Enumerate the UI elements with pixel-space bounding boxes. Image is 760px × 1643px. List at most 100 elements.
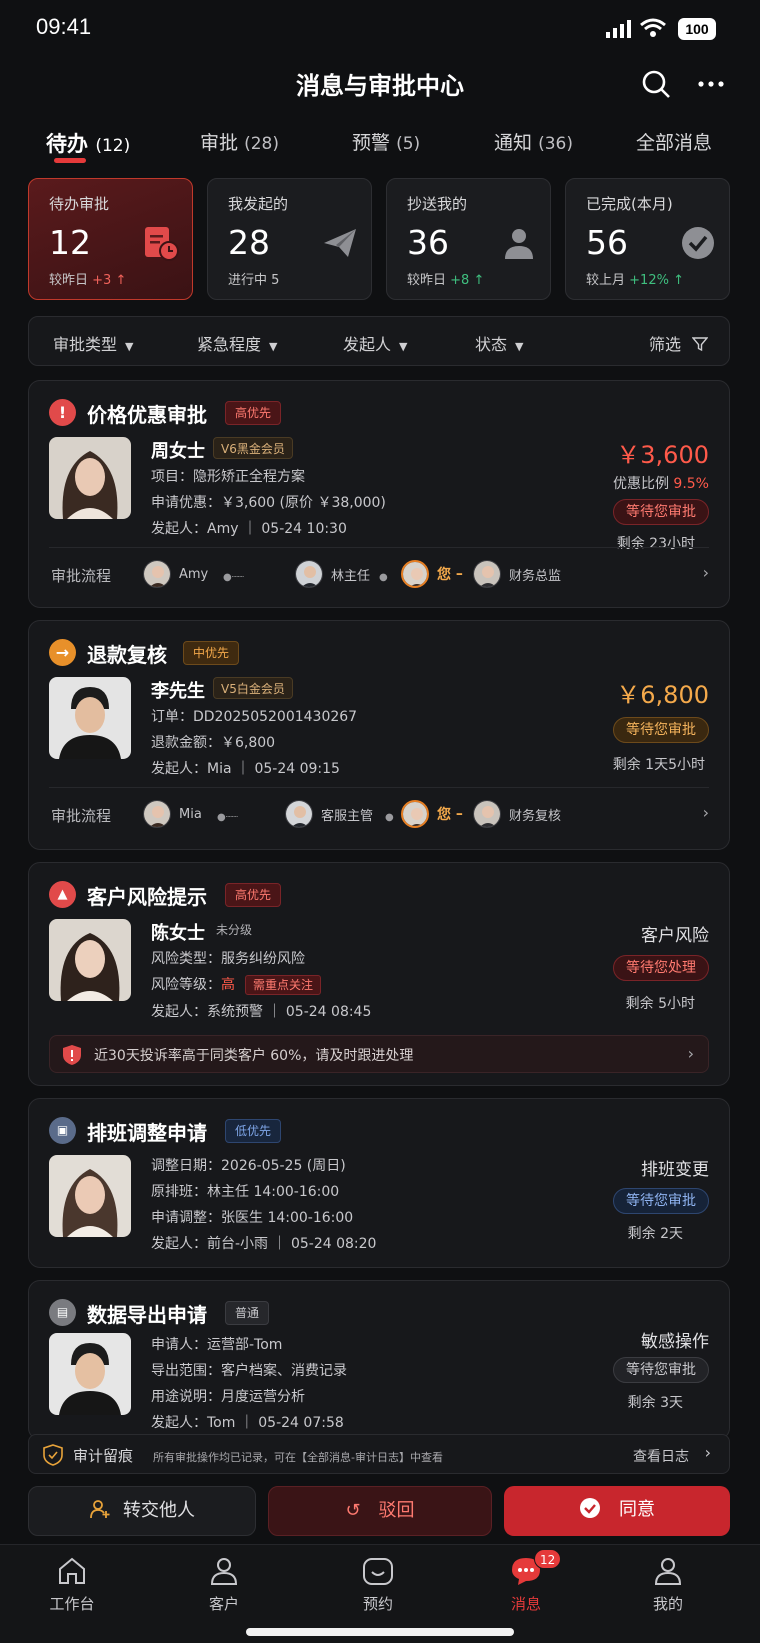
filter-type[interactable]: 审批类型 ▼ xyxy=(53,331,133,355)
stat-value: 36 xyxy=(407,223,449,262)
flow-node: 财务总监 xyxy=(473,559,561,589)
stat-value: 56 xyxy=(586,223,628,262)
approval-card-schedule[interactable]: ▣ 排班调整申请 低优先 调整日期：2026-05-25 (周日) 原排班：林主… xyxy=(28,1098,730,1268)
remaining-time: 剩余 5小时 xyxy=(625,996,695,1012)
avatar xyxy=(401,560,429,588)
stat-card-cc[interactable]: 抄送我的 36 较昨日 +8 ↑ xyxy=(386,178,551,300)
priority-badge: 普通 xyxy=(225,1301,270,1325)
customer-name: 周女士 xyxy=(151,441,205,462)
tabbar-customer[interactable]: 客户 xyxy=(174,1555,274,1614)
status-time: 09:41 xyxy=(36,14,92,39)
caret-down-icon: ▼ xyxy=(515,340,524,353)
approval-card-refund[interactable]: → 退款复核 中优先 李先生 V5白金会员 订单：DD2025052001430… xyxy=(28,620,730,850)
filter-state[interactable]: 状态 ▼ xyxy=(475,331,523,355)
person-icon xyxy=(210,1558,238,1585)
filter-initiator[interactable]: 发起人 ▼ xyxy=(343,331,407,355)
tabbar-mine[interactable]: 我的 xyxy=(618,1555,718,1614)
tabbar-appointment[interactable]: 预约 xyxy=(328,1555,428,1614)
flow-connector: ●┈┈ xyxy=(217,812,238,823)
briefcase-icon: ▣ xyxy=(49,1117,76,1144)
more-icon[interactable] xyxy=(696,72,726,96)
stat-card-pending[interactable]: 待办审批 12 较昨日 +3 ↑ xyxy=(28,178,193,300)
status-pill: 等待您审批 xyxy=(613,1188,709,1214)
export-scope-line: 导出范围：客户档案、消费记录 xyxy=(151,1363,347,1379)
status-pill: 等待您审批 xyxy=(613,1357,709,1383)
initiator-line: 发起人：Tom ｜ 05-24 07:58 xyxy=(151,1415,344,1431)
purpose-line: 用途说明：月度运营分析 xyxy=(151,1389,305,1405)
signal-icon xyxy=(606,20,631,38)
caret-down-icon: ▼ xyxy=(269,340,278,353)
search-icon[interactable] xyxy=(640,68,672,100)
remaining-time: 剩余 3天 xyxy=(627,1395,683,1411)
card-title: 排班调整申请 xyxy=(87,1121,207,1145)
avatar xyxy=(49,677,131,759)
arrow-right-icon: → xyxy=(49,639,76,666)
priority-badge: 高优先 xyxy=(225,883,282,907)
amount: ￥6,800 xyxy=(616,681,709,709)
avatar xyxy=(285,800,313,828)
initiator-line: 发起人：Mia ｜ 05-24 09:15 xyxy=(151,761,340,777)
flow-node-current: 您 – xyxy=(401,559,468,589)
order-line: 订单：DD2025052001430267 xyxy=(151,709,358,725)
card-category: 敏感操作 xyxy=(641,1332,709,1352)
card-title: 数据导出申请 xyxy=(87,1303,207,1327)
approval-card-risk[interactable]: ▲ 客户风险提示 高优先 陈女士 未分级 风险类型：服务纠纷风险 风险等级：高需… xyxy=(28,862,730,1086)
tab-todo[interactable]: 待办 (12) xyxy=(46,128,130,158)
member-level-badge: V6黑金会员 xyxy=(213,437,293,459)
tab-notice[interactable]: 通知 (36) xyxy=(494,128,573,155)
filter-button[interactable]: 筛选 xyxy=(649,331,709,355)
card-title: 客户风险提示 xyxy=(87,885,207,909)
audit-desc: 所有审批操作均已记录，可在【全部消息-审计日志】中查看 xyxy=(153,1451,443,1464)
filter-urgency[interactable]: 紧急程度 ▼ xyxy=(197,331,277,355)
avatar xyxy=(401,800,429,828)
divider xyxy=(49,547,709,548)
shield-check-icon xyxy=(43,1444,63,1466)
view-log-link[interactable]: 查看日志 xyxy=(633,1446,689,1466)
stat-value: 28 xyxy=(228,223,270,262)
chevron-right-icon: › xyxy=(704,1443,711,1462)
chevron-right-icon: › xyxy=(687,1044,694,1063)
person-icon xyxy=(505,229,533,259)
card-category: 客户风险 xyxy=(641,926,709,946)
stat-label: 已完成(本月) xyxy=(586,195,673,213)
stat-card-initiated[interactable]: 我发起的 28 进行中 5 xyxy=(207,178,372,300)
tab-indicator xyxy=(54,158,86,163)
approval-card-price[interactable]: ! 价格优惠审批 高优先 周女士 V6黑金会员 项目：隐形矫正全程方案 申请优惠… xyxy=(28,380,730,608)
flow-node: 客服主管 xyxy=(285,799,373,829)
approval-flow[interactable]: 审批流程 Mia ●┈┈ 客服主管 ● 您 – 财务复核 › xyxy=(49,797,709,831)
audit-title: 审计留痕 xyxy=(73,1447,134,1465)
home-icon xyxy=(59,1557,85,1584)
tab-approval[interactable]: 审批 (28) xyxy=(200,128,279,155)
status-pill: 等待您处理 xyxy=(613,955,709,981)
remaining-time: 剩余 1天5小时 xyxy=(612,757,705,773)
tab-warning[interactable]: 预警 (5) xyxy=(352,128,420,155)
avatar xyxy=(473,800,501,828)
approval-flow[interactable]: 审批流程 Amy ●┈┈ 林主任 ● 您 – 财务总监 › xyxy=(49,557,709,591)
document-clock-icon xyxy=(145,227,179,261)
amount: ￥3,600 xyxy=(616,441,709,469)
wifi-icon xyxy=(640,18,666,37)
member-level-badge: 未分级 xyxy=(216,923,253,937)
audit-bar[interactable]: 审计留痕 所有审批操作均已记录，可在【全部消息-审计日志】中查看 查看日志 › xyxy=(28,1434,730,1474)
avatar xyxy=(49,1333,131,1415)
approval-card-export[interactable]: ▤ 数据导出申请 普通 申请人：运营部-Tom 导出范围：客户档案、消费记录 用… xyxy=(28,1280,730,1440)
avatar xyxy=(49,1155,131,1237)
stat-label: 抄送我的 xyxy=(407,195,468,213)
stat-card-completed[interactable]: 已完成(本月) 56 较上月 +12% ↑ xyxy=(565,178,730,300)
tabbar-workbench[interactable]: 工作台 xyxy=(22,1555,122,1614)
tabbar-message[interactable]: 消息 12 xyxy=(476,1549,576,1614)
stat-label: 我发起的 xyxy=(228,195,289,213)
flow-label: 审批流程 xyxy=(51,807,112,825)
approve-button[interactable]: 同意 xyxy=(504,1486,730,1536)
shield-alert-icon xyxy=(63,1045,81,1065)
member-level-badge: V5白金会员 xyxy=(213,677,293,699)
new-schedule-line: 申请调整：张医生 14:00-16:00 xyxy=(151,1210,354,1226)
reject-button[interactable]: ↺ 驳回 xyxy=(268,1486,492,1536)
stat-label: 待办审批 xyxy=(49,195,110,213)
card-title: 退款复核 xyxy=(87,643,167,667)
risk-alert-banner[interactable]: 近30天投诉率高于同类客户 60%，请及时跟进处理 › xyxy=(49,1035,709,1073)
tab-all[interactable]: 全部消息 xyxy=(636,128,712,155)
transfer-button[interactable]: 转交他人 xyxy=(28,1486,256,1536)
flow-connector: ● xyxy=(385,812,394,823)
original-schedule-line: 原排班：林主任 14:00-16:00 xyxy=(151,1184,340,1200)
